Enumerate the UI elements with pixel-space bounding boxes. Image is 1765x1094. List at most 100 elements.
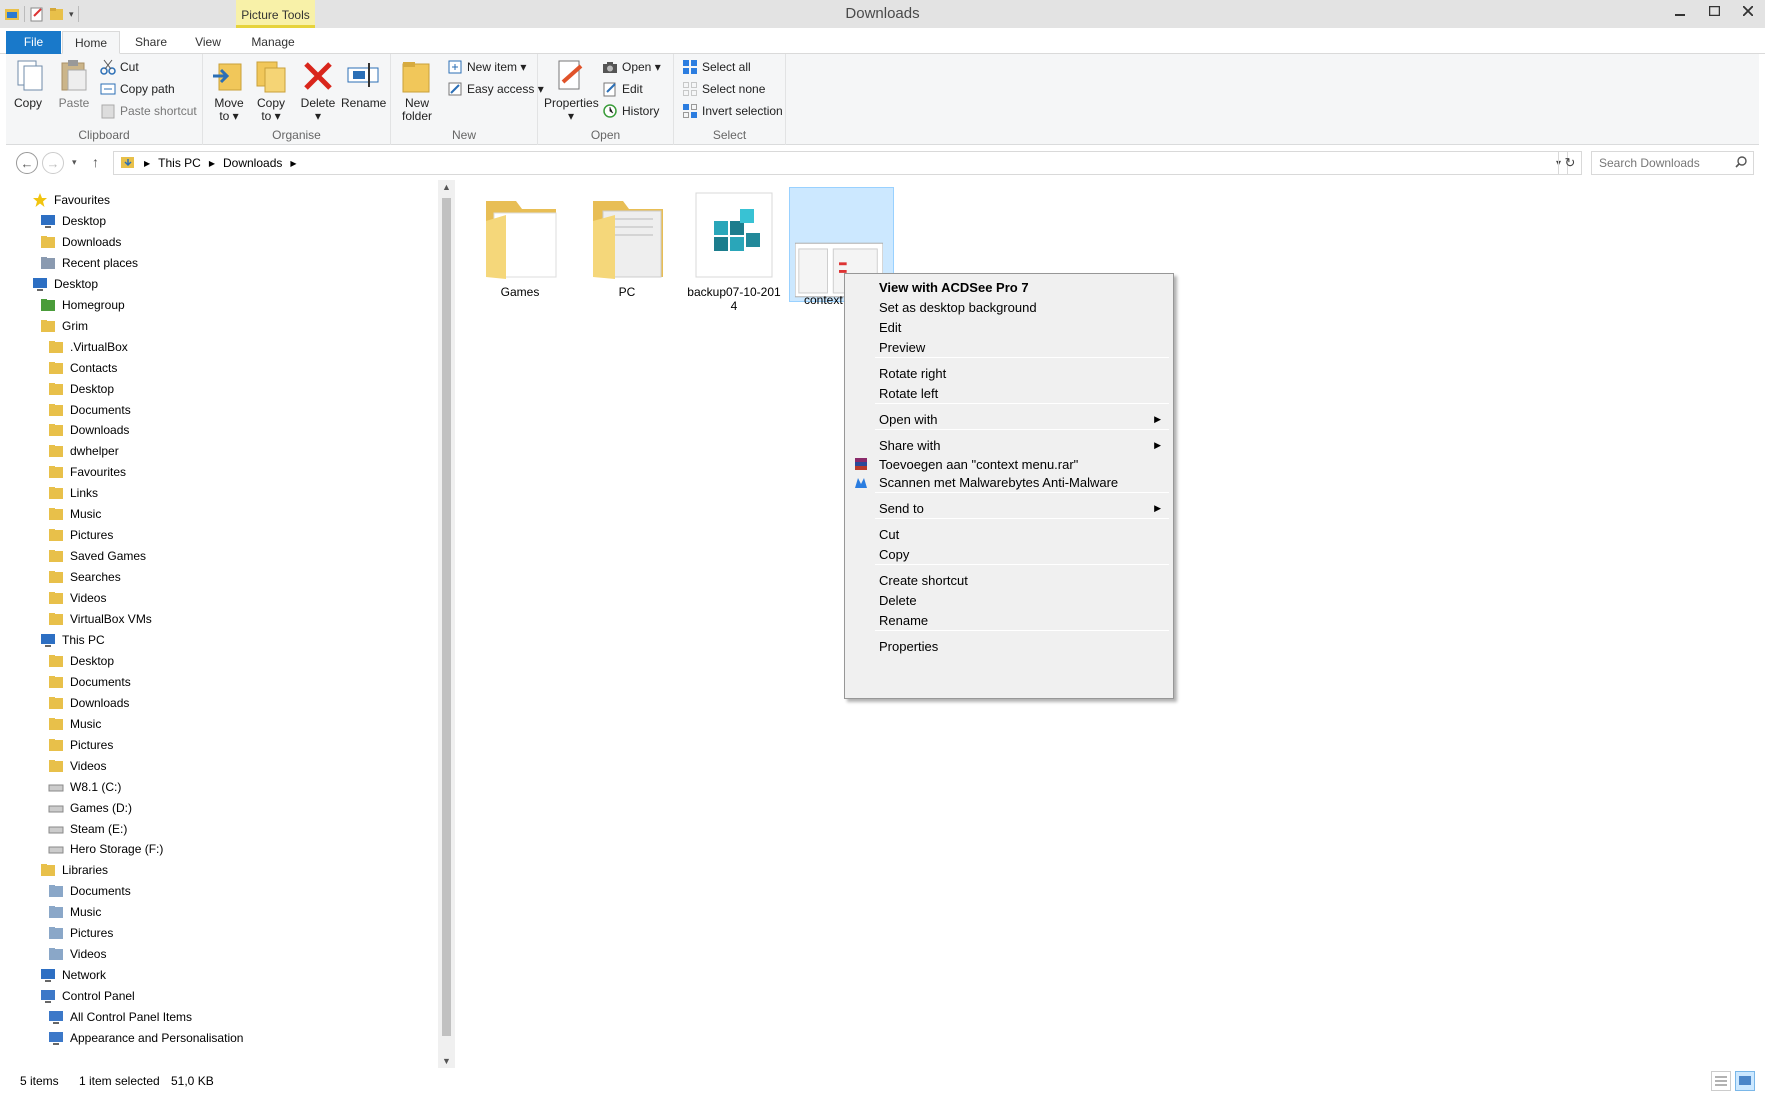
new-folder-quick-icon[interactable] [49, 6, 65, 22]
nav-item[interactable]: VirtualBox VMs [48, 609, 152, 629]
select-all-button[interactable]: Select all [682, 57, 751, 77]
nav-item[interactable]: Grim [40, 316, 88, 336]
context-menu-item[interactable]: Edit [847, 317, 1171, 338]
breadcrumb-separator-icon[interactable]: ▶ [209, 159, 215, 168]
context-menu-item[interactable]: Copy [847, 544, 1171, 565]
nav-item[interactable]: dwhelper [48, 441, 119, 461]
nav-item[interactable]: Libraries [40, 860, 108, 880]
nav-item[interactable]: Videos [48, 944, 106, 964]
nav-item[interactable]: Downloads [48, 693, 129, 713]
nav-item[interactable]: W8.1 (C:) [48, 777, 121, 797]
context-menu-item[interactable]: Create shortcut [847, 570, 1171, 591]
easy-access-button[interactable]: Easy access ▾ [447, 79, 544, 99]
scroll-up-icon[interactable]: ▲ [442, 182, 451, 192]
properties-button[interactable]: Properties ▾ [544, 58, 599, 123]
nav-item[interactable]: Control Panel [40, 986, 135, 1006]
nav-item[interactable]: Saved Games [48, 546, 146, 566]
nav-item[interactable]: Games (D:) [48, 798, 132, 818]
tab-file[interactable]: File [6, 31, 61, 54]
file-item-backup[interactable]: backup07-10-201 4 [687, 189, 781, 313]
nav-item[interactable]: Music [48, 504, 101, 524]
move-to-button[interactable]: Move to ▾ [211, 58, 247, 123]
cut-button[interactable]: Cut [100, 57, 139, 77]
minimize-button[interactable] [1663, 0, 1697, 22]
nav-item[interactable]: Documents [48, 400, 131, 420]
file-item-games[interactable]: Games [473, 189, 567, 306]
nav-item[interactable]: Desktop [48, 379, 114, 399]
chevron-down-icon[interactable]: ▾ [69, 9, 74, 20]
nav-item[interactable]: Contacts [48, 358, 117, 378]
context-menu-item[interactable]: Cut [847, 524, 1171, 545]
nav-item[interactable]: Music [48, 902, 101, 922]
tab-view[interactable]: View [183, 31, 233, 54]
nav-item[interactable]: Network [40, 965, 106, 985]
nav-item[interactable]: Homegroup [40, 295, 125, 315]
context-menu-item[interactable]: View with ACDSee Pro 7 [847, 277, 1171, 298]
breadcrumb-separator-icon[interactable]: ▶ [290, 159, 296, 168]
tab-share[interactable]: Share [123, 31, 179, 54]
select-none-button[interactable]: Select none [682, 79, 765, 99]
edit-button[interactable]: Edit [602, 79, 643, 99]
details-view-button[interactable] [1711, 1071, 1731, 1091]
tab-home[interactable]: Home [62, 31, 120, 54]
context-menu-item[interactable]: Properties [847, 636, 1171, 657]
up-button[interactable]: ↑ [92, 154, 99, 170]
nav-item[interactable]: Desktop [32, 274, 98, 294]
context-menu-item[interactable]: Rotate right [847, 363, 1171, 384]
context-menu-item[interactable]: Set as desktop background [847, 297, 1171, 318]
copy-button[interactable]: Copy [12, 58, 44, 110]
scroll-down-icon[interactable]: ▼ [442, 1056, 451, 1066]
nav-item[interactable]: This PC [40, 630, 105, 650]
properties-quick-icon[interactable] [29, 6, 45, 22]
nav-item[interactable]: Downloads [48, 420, 129, 440]
nav-item[interactable]: All Control Panel Items [48, 1007, 192, 1027]
context-menu-item[interactable]: Delete [847, 590, 1171, 611]
nav-item[interactable]: Desktop [40, 211, 106, 231]
breadcrumb-this-pc[interactable]: This PC [158, 156, 201, 170]
nav-item[interactable]: Pictures [48, 525, 113, 545]
back-button[interactable]: ← [16, 152, 38, 174]
context-menu-item[interactable]: Open with ▶ [847, 409, 1171, 430]
nav-item[interactable]: Favourites [32, 190, 110, 210]
nav-item[interactable]: Steam (E:) [48, 819, 127, 839]
refresh-button[interactable]: ↻ [1558, 151, 1582, 175]
context-menu-item[interactable]: Rotate left [847, 383, 1171, 404]
nav-item[interactable]: Appearance and Personalisation [48, 1028, 243, 1048]
close-button[interactable] [1731, 0, 1765, 22]
copy-to-button[interactable]: Copy to ▾ [253, 58, 289, 123]
nav-item[interactable]: Links [48, 483, 98, 503]
search-input[interactable]: Search Downloads [1591, 151, 1754, 175]
nav-item[interactable]: Videos [48, 588, 106, 608]
context-menu-item[interactable]: Rename [847, 610, 1171, 631]
context-menu-item[interactable]: Preview [847, 337, 1171, 358]
context-menu-item[interactable]: Send to ▶ [847, 498, 1171, 519]
nav-item[interactable]: Music [48, 714, 101, 734]
breadcrumb-downloads[interactable]: Downloads [223, 156, 282, 170]
file-item-pc[interactable]: PC [580, 189, 674, 306]
nav-item[interactable]: Pictures [48, 735, 113, 755]
nav-item[interactable]: Desktop [48, 651, 114, 671]
large-icons-view-button[interactable] [1735, 1071, 1755, 1091]
address-bar[interactable]: ▶ This PC ▶ Downloads ▶ ▾ [113, 151, 1568, 175]
paste-shortcut-button[interactable]: Paste shortcut [100, 101, 197, 121]
nav-item[interactable]: Videos [48, 756, 106, 776]
tab-manage[interactable]: Manage [240, 31, 306, 54]
nav-item[interactable]: .VirtualBox [48, 337, 128, 357]
nav-item[interactable]: Favourites [48, 462, 126, 482]
explorer-icon[interactable] [4, 6, 20, 22]
copy-path-button[interactable]: Copy path [100, 79, 175, 99]
breadcrumb-separator-icon[interactable]: ▶ [144, 159, 150, 168]
recent-locations-chevron-icon[interactable]: ▾ [72, 157, 77, 168]
nav-item[interactable]: Documents [48, 881, 131, 901]
invert-selection-button[interactable]: Invert selection [682, 101, 783, 121]
new-folder-button[interactable]: New folder [399, 58, 435, 123]
forward-button[interactable]: → [42, 152, 64, 174]
nav-item[interactable]: Pictures [48, 923, 113, 943]
nav-item[interactable]: Searches [48, 567, 121, 587]
scrollbar-thumb[interactable] [442, 198, 451, 1036]
open-button[interactable]: Open ▾ [602, 57, 661, 77]
delete-button[interactable]: Delete ▾ [300, 58, 336, 123]
nav-item[interactable]: Recent places [40, 253, 138, 273]
context-menu-item[interactable]: Share with ▶ [847, 435, 1171, 456]
context-menu-item[interactable]: Scannen met Malwarebytes Anti-Malware [847, 472, 1171, 493]
